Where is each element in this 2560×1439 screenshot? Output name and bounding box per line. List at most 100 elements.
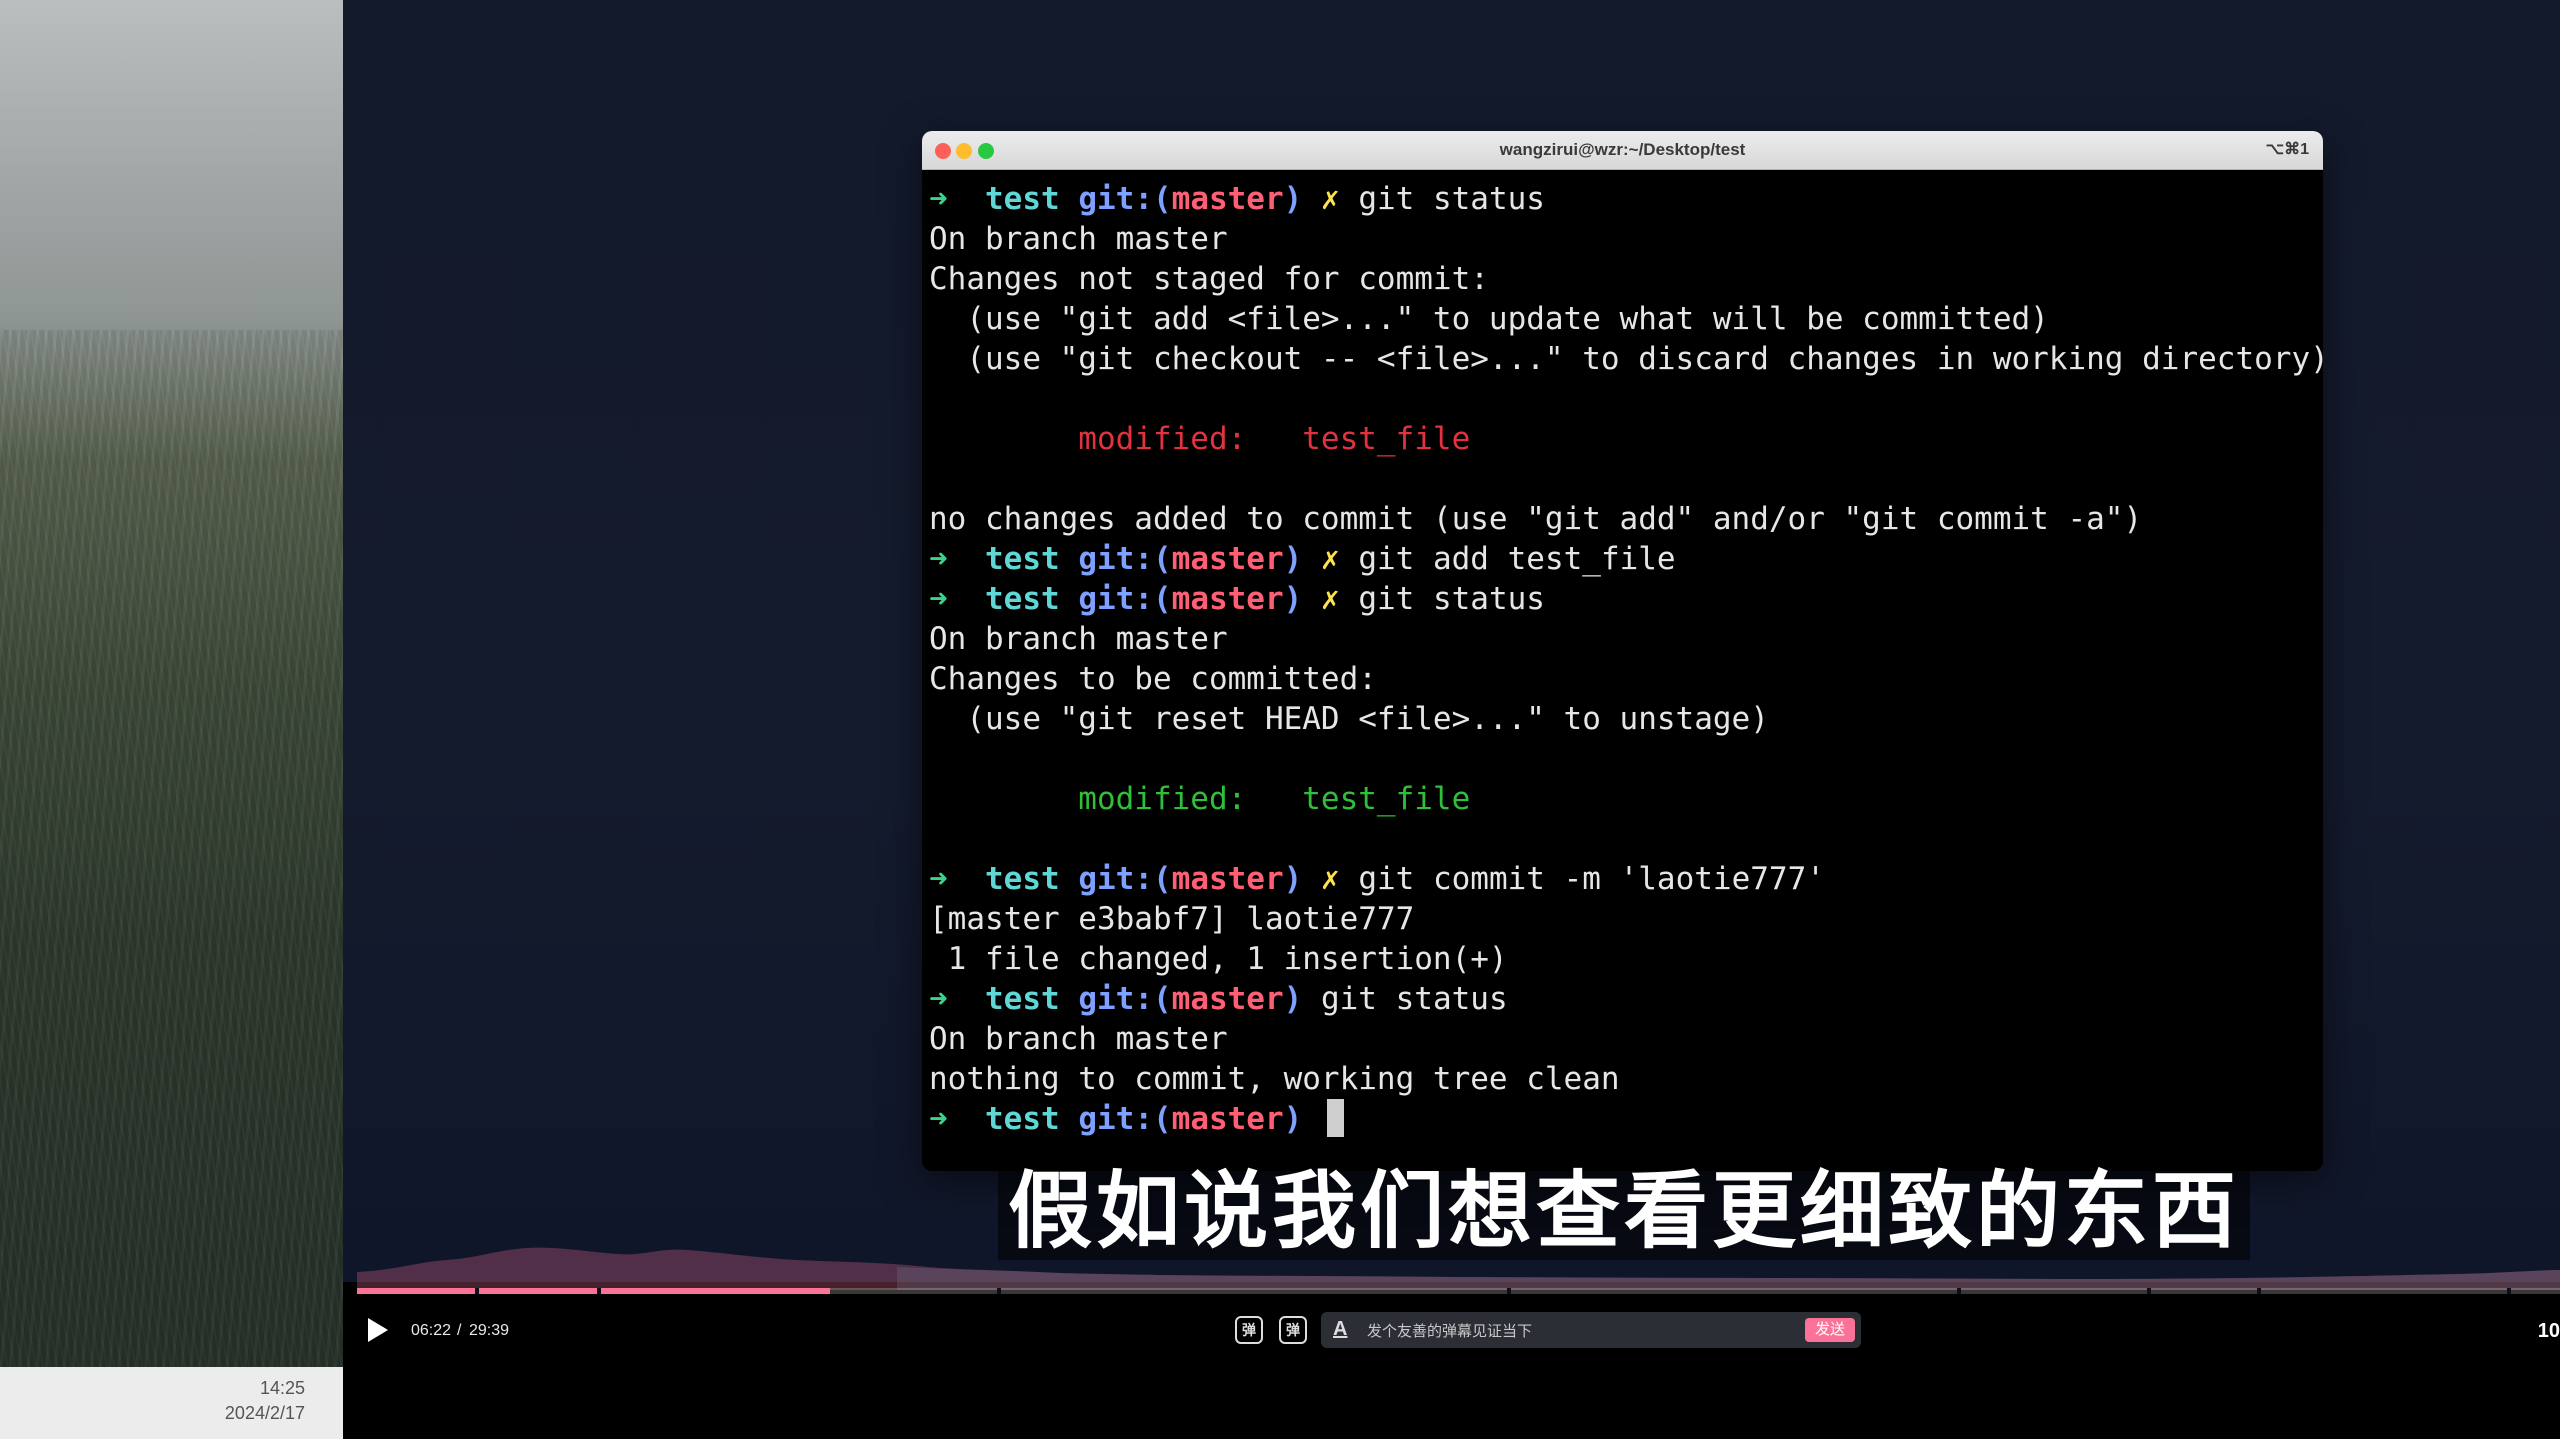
danmaku-settings-icon[interactable]: 弹: [1279, 1316, 1307, 1344]
command-text: git add test_file: [1358, 541, 1676, 577]
terminal-line: ➜ test git:(master) git status: [929, 979, 2323, 1019]
prompt-dirty-mark: ✗: [1320, 861, 1359, 897]
terminal-line: (use "git checkout -- <file>..." to disc…: [929, 339, 2323, 379]
danmaku-toggle-icon[interactable]: 弹: [1235, 1316, 1263, 1344]
prompt-git: ): [1283, 541, 1303, 577]
video-player[interactable]: wangzirui@wzr:~/Desktop/test ⌥⌘1 ➜ test …: [343, 0, 2560, 1439]
play-icon[interactable]: [368, 1318, 388, 1342]
terminal-line: modified: test_file: [929, 419, 2323, 459]
quality-label[interactable]: 10: [2538, 1320, 2560, 1343]
prompt-branch: master: [1171, 861, 1284, 897]
terminal-cursor: [1326, 1099, 1344, 1137]
terminal-shortcut: ⌥⌘1: [2265, 141, 2309, 158]
prompt-git: git:(: [1078, 861, 1172, 897]
desktop-wallpaper: 14:25 2024/2/17: [0, 0, 343, 1439]
prompt-dir: test: [985, 581, 1060, 617]
prompt-dir: test: [985, 981, 1060, 1017]
chapter-divider: [997, 1288, 1001, 1294]
output-text: On branch master: [929, 1021, 1228, 1057]
output-text: (use "git add <file>..." to update what …: [929, 301, 2049, 337]
prompt-dir: test: [985, 1101, 1060, 1137]
prompt-branch: master: [1171, 181, 1284, 217]
prompt-dirty-mark: ✗: [1320, 581, 1359, 617]
output-text: 1 file changed, 1 insertion(+): [929, 941, 1508, 977]
terminal-window: wangzirui@wzr:~/Desktop/test ⌥⌘1 ➜ test …: [922, 131, 2323, 1171]
command-text: git status: [1358, 581, 1545, 617]
terminal-line: (use "git reset HEAD <file>..." to unsta…: [929, 699, 2323, 739]
prompt-branch: master: [1171, 581, 1284, 617]
chapter-divider: [2507, 1288, 2511, 1294]
terminal-line: ➜ test git:(master): [929, 1099, 2323, 1139]
prompt-git: git:(: [1078, 1101, 1172, 1137]
terminal-line: On branch master: [929, 219, 2323, 259]
prompt-git: ): [1283, 981, 1303, 1017]
prompt-git: git:(: [1078, 581, 1172, 617]
progress-bar[interactable]: [357, 1288, 2560, 1294]
command-text: git status: [1320, 981, 1508, 1017]
terminal-line: On branch master: [929, 619, 2323, 659]
output-text: [master e3babf7] laotie777: [929, 901, 1415, 937]
video-frame[interactable]: wangzirui@wzr:~/Desktop/test ⌥⌘1 ➜ test …: [343, 0, 2560, 1294]
prompt-git: ): [1283, 181, 1303, 217]
prompt-arrow: ➜: [929, 1101, 948, 1137]
prompt-dirty-mark: ✗: [1320, 181, 1359, 217]
clock-time: 14:25: [259, 1378, 305, 1398]
player-controls: 06:22 / 29:39 弹 弹 A 发送 10: [343, 1296, 2560, 1366]
prompt-arrow: ➜: [929, 181, 948, 217]
chapter-divider: [1507, 1288, 1511, 1294]
chapter-divider: [1957, 1288, 1961, 1294]
terminal-output: ➜ test git:(master) ✗ git status On branc…: [922, 170, 2323, 1139]
command-text: git status: [1358, 181, 1545, 217]
prompt-arrow: ➜: [929, 861, 948, 897]
chapter-divider: [597, 1288, 601, 1294]
output-text: (use "git checkout -- <file>..." to disc…: [929, 341, 2323, 377]
chapter-divider: [2257, 1288, 2261, 1294]
prompt-branch: master: [1171, 1101, 1284, 1137]
terminal-line: On branch master: [929, 1019, 2323, 1059]
terminal-line: [master e3babf7] laotie777: [929, 899, 2323, 939]
prompt-dirty-mark: ✗: [1320, 541, 1359, 577]
prompt-dir: test: [985, 861, 1060, 897]
progress-fill: [357, 1288, 830, 1294]
terminal-line: ➜ test git:(master) ✗ git add test_file: [929, 539, 2323, 579]
terminal-titlebar: wangzirui@wzr:~/Desktop/test ⌥⌘1: [922, 131, 2323, 170]
terminal-line: Changes not staged for commit:: [929, 259, 2323, 299]
prompt-dir: test: [985, 541, 1060, 577]
prompt-dir: test: [985, 181, 1060, 217]
output-text: On branch master: [929, 221, 1228, 257]
output-text: no changes added to commit (use "git add…: [929, 501, 2143, 537]
terminal-line: ➜ test git:(master) ✗ git status: [929, 179, 2323, 219]
terminal-line: nothing to commit, working tree clean: [929, 1059, 2323, 1099]
output-text: On branch master: [929, 621, 1228, 657]
prompt-branch: master: [1171, 981, 1284, 1017]
taskbar-clock[interactable]: 14:25 2024/2/17: [0, 1367, 343, 1439]
prompt-git: ): [1283, 1101, 1303, 1137]
terminal-line: (use "git add <file>..." to update what …: [929, 299, 2323, 339]
terminal-line: no changes added to commit (use "git add…: [929, 499, 2323, 539]
terminal-line: modified: test_file: [929, 779, 2323, 819]
terminal-line: 1 file changed, 1 insertion(+): [929, 939, 2323, 979]
danmaku-style-icon[interactable]: A: [1333, 1318, 1347, 1341]
danmaku-input[interactable]: [1365, 1312, 1749, 1350]
wallpaper-grass: [0, 330, 343, 1370]
output-text: modified: test_file: [929, 781, 1471, 817]
send-button[interactable]: 发送: [1805, 1318, 1855, 1342]
prompt-git: git:(: [1078, 181, 1172, 217]
prompt-branch: master: [1171, 541, 1284, 577]
chapter-divider: [2147, 1288, 2151, 1294]
clock-date: 2024/2/17: [224, 1403, 305, 1423]
total-time: 29:39: [469, 1322, 510, 1339]
output-text: (use "git reset HEAD <file>..." to unsta…: [929, 701, 1769, 737]
chapter-divider: [475, 1288, 479, 1294]
prompt-git: git:(: [1078, 981, 1172, 1017]
prompt-git: ): [1283, 861, 1303, 897]
terminal-line: ➜ test git:(master) ✗ git status: [929, 579, 2323, 619]
prompt-git: git:(: [1078, 541, 1172, 577]
time-separator: /: [457, 1322, 462, 1339]
terminal-line: Changes to be committed:: [929, 659, 2323, 699]
prompt-arrow: ➜: [929, 981, 948, 1017]
